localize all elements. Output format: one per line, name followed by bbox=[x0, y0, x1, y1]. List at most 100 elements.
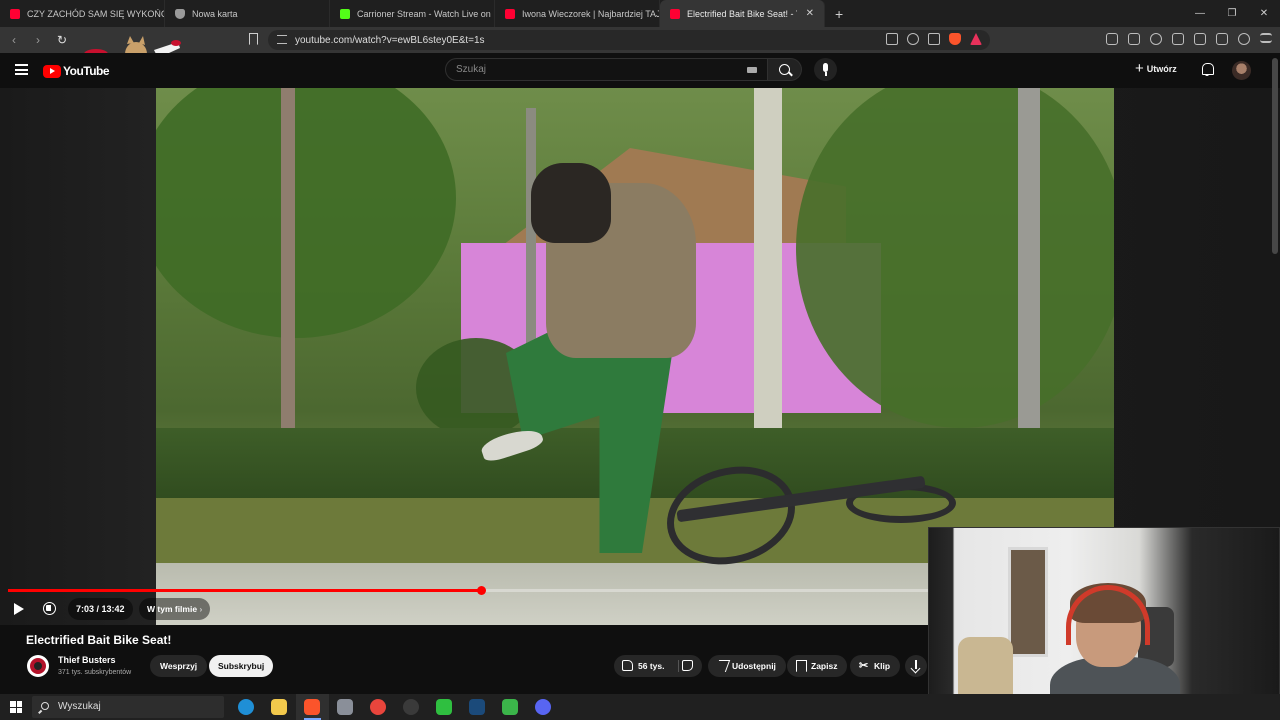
play-icon[interactable] bbox=[14, 603, 24, 615]
notifications-icon[interactable] bbox=[1201, 63, 1214, 76]
browser-tab[interactable]: CZY ZACHÓD SAM SIĘ WYKOŃCZY? bbox=[0, 0, 165, 27]
forward-icon[interactable]: › bbox=[28, 33, 48, 47]
chrome-icon bbox=[370, 699, 386, 715]
video-scene-trunk bbox=[526, 108, 536, 378]
browser-tab[interactable]: Carrioner Stream - Watch Live on Kick bbox=[330, 0, 495, 27]
tab-title: CZY ZACHÓD SAM SIĘ WYKOŃCZY? bbox=[27, 8, 164, 19]
page-scrollbar[interactable] bbox=[1272, 58, 1278, 254]
browser-tab-strip: CZY ZACHÓD SAM SIĘ WYKOŃCZY? Nowa karta … bbox=[0, 0, 1280, 27]
minimize-icon[interactable]: — bbox=[1184, 0, 1216, 27]
youtube-masthead: YouTube Szukaj + Utwórz bbox=[0, 53, 1280, 88]
search-button[interactable] bbox=[768, 58, 802, 81]
keyboard-icon[interactable] bbox=[747, 67, 757, 73]
search-placeholder: Szukaj bbox=[456, 64, 487, 75]
taskbar-app[interactable] bbox=[461, 694, 494, 720]
menu-icon[interactable] bbox=[1260, 33, 1272, 43]
progress-bar[interactable] bbox=[8, 586, 928, 595]
account-avatar[interactable] bbox=[1232, 61, 1251, 80]
voice-search-icon[interactable] bbox=[814, 58, 837, 81]
edge-icon bbox=[238, 699, 254, 715]
discord-icon bbox=[535, 699, 551, 715]
wallet-icon[interactable] bbox=[1194, 33, 1206, 45]
browser-tab[interactable]: Nowa karta bbox=[165, 0, 330, 27]
save-button[interactable]: Zapisz bbox=[787, 655, 848, 677]
tab-title: Nowa karta bbox=[192, 8, 238, 19]
close-window-icon[interactable]: ✕ bbox=[1248, 0, 1280, 27]
zoom-icon[interactable] bbox=[907, 33, 919, 45]
create-button[interactable]: + Utwórz bbox=[1135, 61, 1177, 76]
address-bar[interactable]: youtube.com/watch?v=ewBL6stey0E&t=1s bbox=[268, 30, 990, 50]
taskbar-app[interactable] bbox=[395, 694, 428, 720]
taskbar-app[interactable] bbox=[296, 694, 329, 720]
tab-title: Iwona Wieczorek | Najbardziej TAJEMNICZE bbox=[522, 8, 659, 19]
kick-icon bbox=[340, 8, 350, 19]
video-title: Electrified Bait Bike Seat! bbox=[26, 633, 172, 647]
bookmark-icon[interactable] bbox=[249, 33, 258, 45]
clip-button[interactable]: ✂ Klip bbox=[850, 655, 901, 677]
youtube-logo-text: YouTube bbox=[63, 64, 110, 78]
sidebar-icon[interactable] bbox=[1172, 33, 1184, 45]
brave-shield-icon bbox=[175, 8, 185, 19]
windows-start-icon[interactable] bbox=[10, 701, 22, 713]
browser-tab[interactable]: Iwona Wieczorek | Najbardziej TAJEMNICZE bbox=[495, 0, 660, 27]
youtube-logo[interactable]: YouTube bbox=[43, 64, 110, 78]
like-dislike-group: 56 tys. bbox=[614, 655, 702, 677]
back-icon[interactable]: ‹ bbox=[4, 33, 24, 47]
extension-icon[interactable] bbox=[1106, 33, 1118, 45]
search-input[interactable]: Szukaj bbox=[445, 58, 768, 81]
extension-icon[interactable] bbox=[1128, 33, 1140, 45]
vpn-icon[interactable] bbox=[1238, 33, 1250, 45]
new-tab-icon[interactable]: + bbox=[835, 6, 843, 22]
url-text: youtube.com/watch?v=ewBL6stey0E&t=1s bbox=[295, 34, 485, 46]
taskbar-app[interactable] bbox=[230, 694, 263, 720]
volume-icon[interactable] bbox=[43, 602, 56, 615]
scissors-icon: ✂ bbox=[859, 660, 869, 672]
taskbar-app[interactable] bbox=[494, 694, 527, 720]
music-icon[interactable] bbox=[1150, 33, 1162, 45]
restore-icon[interactable]: ❐ bbox=[1216, 0, 1248, 27]
brave-rewards-icon[interactable] bbox=[970, 33, 982, 45]
chapters-button[interactable]: W tym filmie › bbox=[139, 598, 211, 620]
like-button[interactable]: 56 tys. bbox=[614, 655, 674, 677]
obs-icon bbox=[403, 699, 419, 715]
leo-ai-icon[interactable] bbox=[1216, 33, 1228, 45]
taskbar-apps bbox=[230, 694, 560, 720]
app-icon bbox=[337, 699, 353, 715]
taskbar-app[interactable] bbox=[527, 694, 560, 720]
search-icon bbox=[41, 702, 49, 710]
thumbs-up-icon bbox=[622, 660, 633, 671]
support-button[interactable]: Wesprzyj bbox=[150, 655, 208, 677]
youtube-play-icon bbox=[43, 64, 61, 78]
subscribe-button[interactable]: Subskrybuj bbox=[209, 655, 274, 677]
channel-name[interactable]: Thief Busters bbox=[58, 655, 116, 665]
taskbar-app[interactable] bbox=[329, 694, 362, 720]
browser-tab-active[interactable]: Electrified Bait Bike Seat! - YouTube ✕ bbox=[660, 0, 825, 27]
video-scene-tree bbox=[156, 88, 456, 338]
address-bar-actions bbox=[886, 33, 982, 45]
brave-shields-icon[interactable] bbox=[949, 33, 961, 45]
reload-icon[interactable]: ↻ bbox=[52, 33, 72, 47]
chapters-label: W tym filmie bbox=[147, 604, 198, 614]
window-controls: — ❐ ✕ bbox=[1184, 0, 1280, 27]
thumbs-down-icon[interactable] bbox=[682, 660, 693, 671]
channel-avatar[interactable] bbox=[27, 655, 49, 677]
share-page-icon[interactable] bbox=[928, 33, 940, 45]
menu-icon[interactable] bbox=[15, 64, 28, 75]
taskbar-app[interactable] bbox=[362, 694, 395, 720]
like-count: 56 tys. bbox=[638, 661, 665, 671]
taskbar-search-placeholder: Wyszukaj bbox=[58, 701, 101, 712]
video-scene-person-head bbox=[531, 163, 611, 243]
subscriber-count: 371 tys. subskrybentów bbox=[58, 669, 132, 676]
player-controls: 7:03 / 13:42 W tym filmie › bbox=[0, 597, 928, 621]
media-player-icon bbox=[436, 699, 452, 715]
taskbar-app[interactable] bbox=[428, 694, 461, 720]
chevron-right-icon: › bbox=[199, 604, 203, 614]
download-icon[interactable] bbox=[905, 655, 927, 677]
site-settings-icon[interactable] bbox=[277, 35, 287, 44]
cast-icon[interactable] bbox=[886, 33, 898, 45]
taskbar-app[interactable] bbox=[263, 694, 296, 720]
taskbar-search-input[interactable]: Wyszukaj bbox=[32, 696, 224, 718]
bookmark-save-icon bbox=[796, 660, 807, 672]
share-button[interactable]: Udostępnij bbox=[708, 655, 786, 677]
close-tab-icon[interactable]: ✕ bbox=[800, 8, 814, 19]
